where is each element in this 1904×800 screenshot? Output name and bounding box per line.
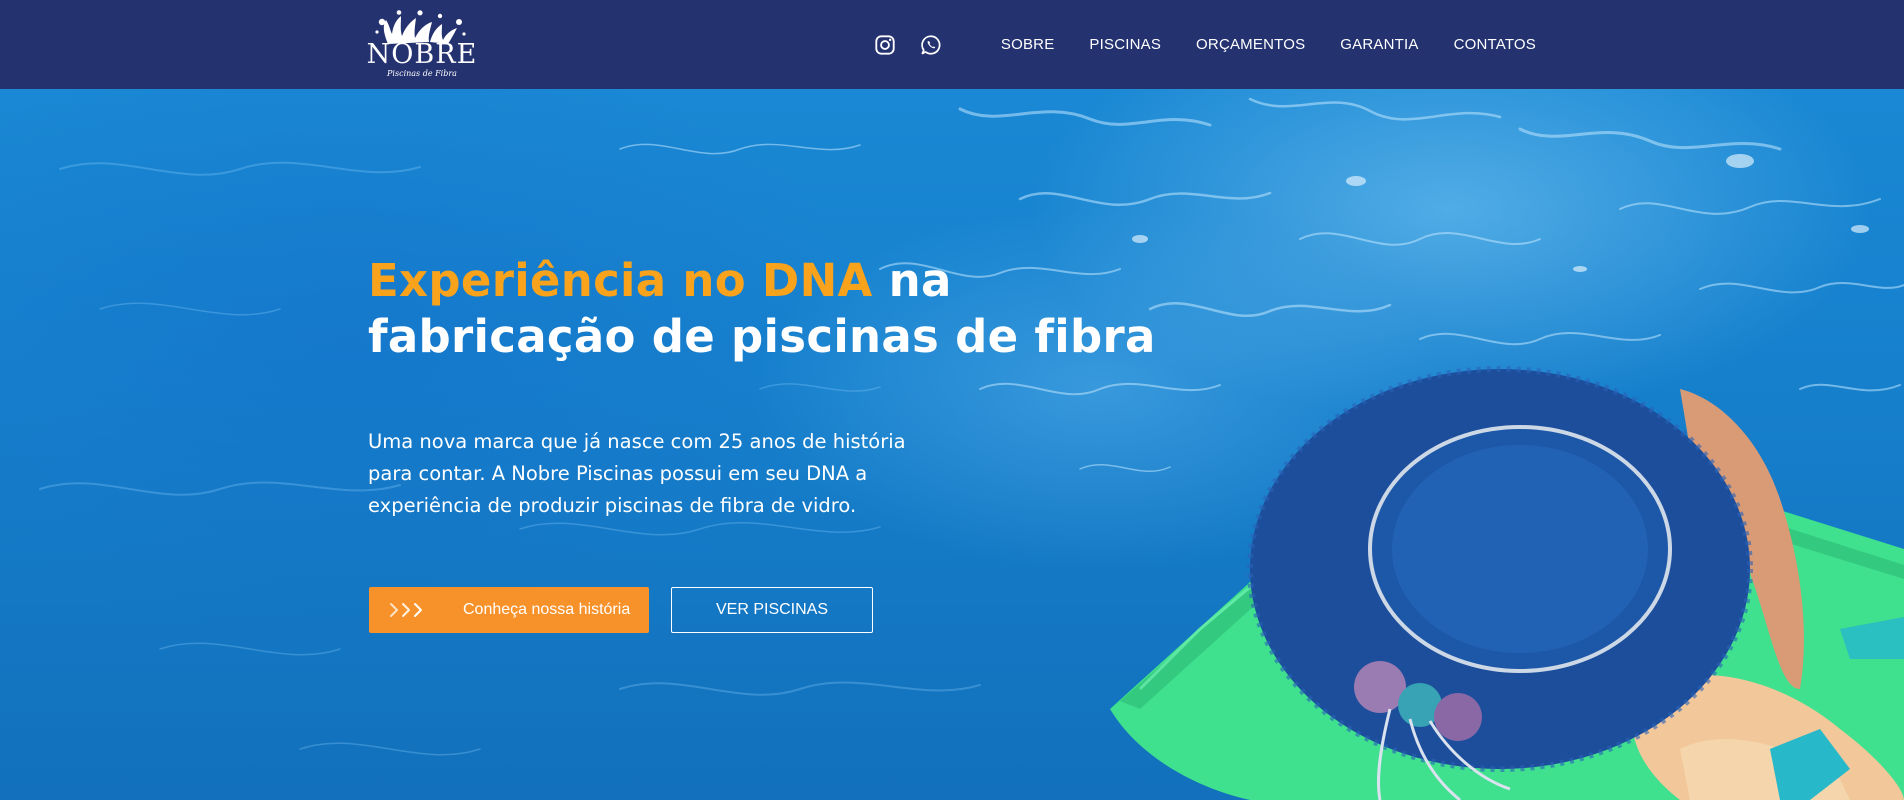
hero-title: Experiência no DNA na fabricação de pisc… [368, 253, 1188, 365]
instagram-icon[interactable] [874, 34, 896, 56]
page: NOBRE Piscinas de Fibra SOBRE PISCINAS O… [0, 0, 1904, 800]
chevrons-right-icon [390, 603, 422, 617]
hero-section: Experiência no DNA na fabricação de pisc… [0, 89, 1904, 800]
main-nav: SOBRE PISCINAS ORÇAMENTOS GARANTIA CONTA… [850, 0, 1536, 89]
nav-item-sobre[interactable]: SOBRE [1001, 36, 1055, 53]
conheca-historia-button[interactable]: Conheça nossa história [369, 587, 649, 633]
woman-on-pool-float-image [1110, 366, 1904, 800]
nav-item-orcamentos[interactable]: ORÇAMENTOS [1196, 36, 1305, 53]
nav-item-piscinas[interactable]: PISCINAS [1089, 36, 1161, 53]
whatsapp-icon[interactable] [920, 34, 942, 56]
ver-piscinas-button[interactable]: VER PISCINAS [671, 587, 873, 633]
brand-name: NOBRE [366, 39, 478, 70]
social-links [850, 34, 942, 56]
hero-title-highlight: Experiência no DNA [368, 254, 873, 307]
brand-tagline: Piscinas de Fibra [387, 69, 457, 78]
site-header: NOBRE Piscinas de Fibra SOBRE PISCINAS O… [0, 0, 1904, 89]
nav-item-contatos[interactable]: CONTATOS [1454, 36, 1536, 53]
hero-description: Uma nova marca que já nasce com 25 anos … [368, 430, 906, 517]
brand-logo[interactable]: NOBRE Piscinas de Fibra [366, 10, 478, 80]
nav-item-garantia[interactable]: GARANTIA [1340, 36, 1418, 53]
conheca-historia-label: Conheça nossa história [463, 601, 631, 618]
